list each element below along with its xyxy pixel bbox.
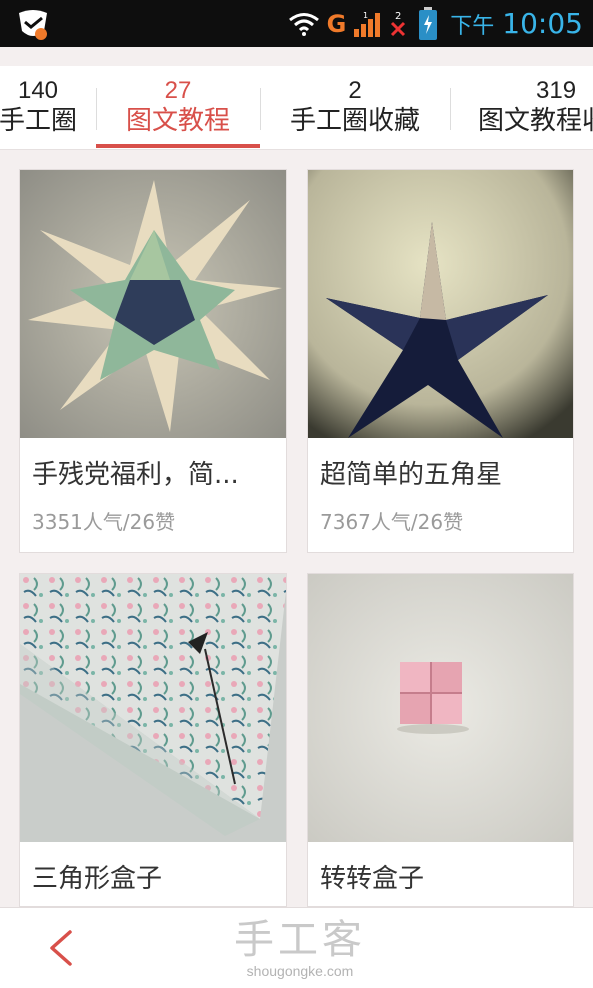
- tutorial-thumbnail[interactable]: [308, 170, 573, 438]
- triangle-box-image: [20, 574, 286, 842]
- app-logo-icon: [19, 10, 47, 40]
- tutorial-card[interactable]: 手残党福利，简... 3351人气/26赞: [19, 169, 287, 553]
- no-signal-icon: 2: [391, 11, 406, 36]
- tutorial-stats: 7367人气/26赞: [320, 510, 464, 534]
- chevron-left-icon[interactable]: [40, 926, 84, 970]
- tab-label: 手工圈收藏: [289, 106, 420, 136]
- tutorial-thumbnail[interactable]: [20, 574, 286, 842]
- tutorial-thumbnail[interactable]: [308, 574, 573, 842]
- tab-label: 图文教程收藏: [478, 106, 593, 136]
- signal-digit: 1: [363, 11, 368, 20]
- tutorial-stats: 3351人气/26赞: [32, 510, 176, 534]
- origami-star-dark-image: [308, 170, 573, 438]
- tab-divider: [450, 88, 451, 130]
- tutorial-title: 转转盒子: [320, 864, 425, 894]
- tab-tuwen-jiaocheng[interactable]: 27 图文教程: [96, 66, 260, 149]
- tutorial-title: 手残党福利，简...: [32, 460, 239, 490]
- signal-icon: 1: [354, 11, 381, 37]
- brand-name: 手工客: [234, 917, 366, 963]
- network-type: G: [326, 9, 347, 38]
- battery-charging-icon: [419, 6, 438, 40]
- clock-time: 10:05: [502, 7, 583, 40]
- brand-url: shougongke.com: [246, 963, 354, 979]
- status-bar: G 1 2 下午 10:05: [0, 0, 593, 47]
- tutorial-card[interactable]: 转转盒子: [307, 573, 574, 907]
- tutorial-card[interactable]: 超简单的五角星 7367人气/26赞: [307, 169, 574, 553]
- tab-count: 140: [17, 77, 59, 104]
- tab-count: 2: [348, 77, 362, 104]
- notification-count: 2: [395, 11, 401, 22]
- tab-divider: [260, 88, 261, 130]
- tab-shougongquan[interactable]: 140 手工圈: [0, 66, 98, 149]
- tutorial-thumbnail[interactable]: [20, 170, 286, 438]
- tab-bar: 140 手工圈 27 图文教程 2 手工圈收藏 319 图文教程收藏: [0, 66, 593, 150]
- tutorial-title: 超简单的五角星: [320, 460, 503, 490]
- wifi-icon: [288, 12, 319, 36]
- active-tab-indicator: [96, 144, 260, 148]
- tab-label: 手工圈: [0, 106, 77, 136]
- tab-label: 图文教程: [125, 106, 230, 136]
- tutorial-card[interactable]: 三角形盒子: [19, 573, 287, 907]
- tutorial-title: 三角形盒子: [32, 864, 163, 894]
- brand-watermark: 手工客 shougongke.com: [200, 918, 400, 980]
- tab-count: 319: [536, 77, 577, 104]
- tab-tuwen-jiaocheng-shoucang[interactable]: 319 图文教程收藏: [472, 66, 593, 149]
- tab-shougongquan-shoucang[interactable]: 2 手工圈收藏: [262, 66, 448, 149]
- pink-box-image: [308, 574, 573, 842]
- tab-count: 27: [164, 77, 192, 104]
- bottom-bar: 手工客 shougongke.com: [0, 907, 593, 988]
- time-prefix: 下午: [450, 13, 495, 39]
- origami-star-green-image: [20, 170, 286, 438]
